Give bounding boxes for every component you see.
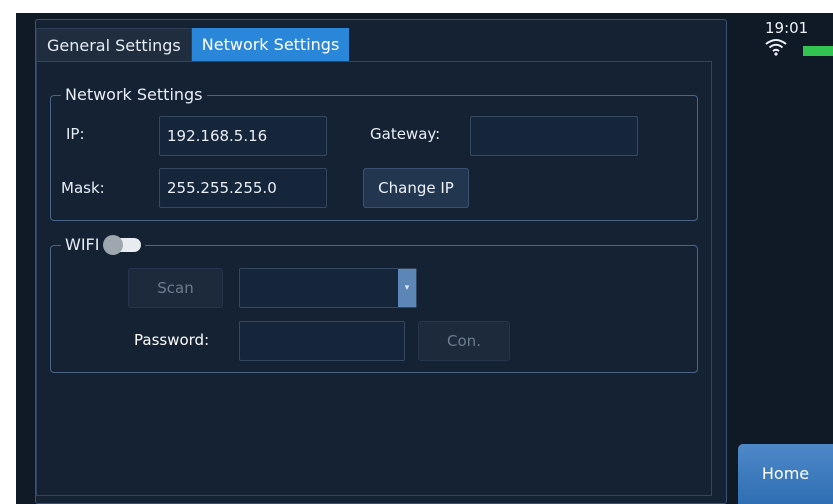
mask-input[interactable]: 255.255.255.0 [159,168,327,208]
password-input[interactable] [239,321,405,361]
ip-label: IP: [66,125,85,143]
tab-general-settings[interactable]: General Settings [36,28,192,61]
tab-network-settings[interactable]: Network Settings [191,28,350,61]
wifi-toggle[interactable] [103,235,142,255]
wifi-toggle-knob [103,235,124,255]
tab-bar: General Settings Network Settings [36,28,350,61]
password-label: Password: [134,331,210,349]
home-button[interactable]: Home [738,444,833,504]
wifi-icon [765,39,787,56]
network-settings-panel: Network Settings IP: 192.168.5.16 Gatewa… [36,61,712,496]
connect-button[interactable]: Con. [418,321,510,361]
scan-button[interactable]: Scan [128,268,223,308]
gateway-input[interactable] [470,116,638,156]
change-ip-button[interactable]: Change IP [363,168,469,208]
ip-input[interactable]: 192.168.5.16 [159,116,327,156]
dropdown-arrow-icon: ▾ [398,269,416,307]
wifi-legend: WIFI [65,235,100,254]
mask-label: Mask: [61,179,105,197]
battery-icon [803,46,833,56]
status-bar: 19:01 [765,19,833,59]
gateway-label: Gateway: [370,125,441,143]
clock: 19:01 [765,19,809,37]
network-settings-legend: Network Settings [61,84,207,106]
wifi-network-select[interactable]: ▾ [239,268,417,308]
